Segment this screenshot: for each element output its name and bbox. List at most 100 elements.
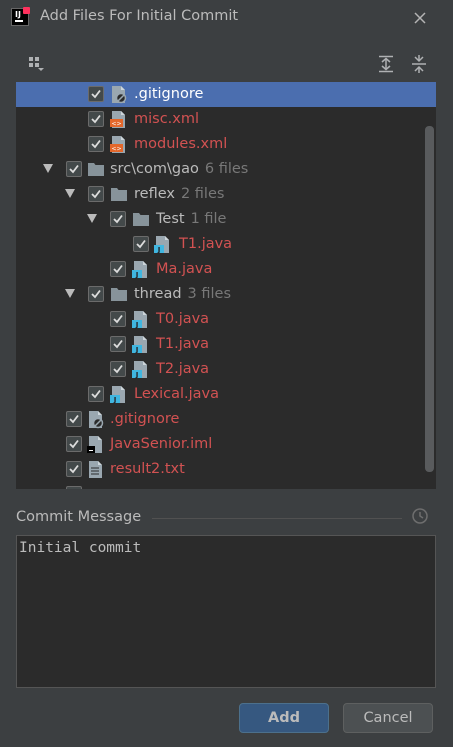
file-count: 2 files [180, 186, 225, 202]
tree-item-label: T1.java [179, 234, 232, 254]
file-checkbox[interactable] [88, 136, 104, 152]
tree-row[interactable]: J T2.java [16, 357, 436, 382]
java-file-icon: J [154, 235, 172, 254]
file-checkbox[interactable] [110, 211, 126, 227]
file-name: JavaSenior.iml [110, 436, 213, 452]
file-checkbox[interactable] [110, 361, 126, 377]
java-file-icon: J [132, 360, 150, 379]
tree-item-label: .gitignore [134, 84, 203, 104]
file-checkbox[interactable] [110, 311, 126, 327]
tree-item-label: thread 3 files [134, 284, 231, 304]
file-tree[interactable]: .gitignore <> misc.xml <> modules.xml src\com… [16, 82, 436, 489]
iml-file-icon [87, 435, 105, 454]
file-name: src\com\gao [110, 161, 199, 177]
tree-row[interactable]: thread 3 files [16, 282, 436, 307]
file-checkbox[interactable] [88, 86, 104, 102]
svg-text:J: J [135, 371, 139, 379]
file-name: T1.java [179, 236, 233, 252]
clock-icon[interactable] [411, 507, 429, 525]
xml-file-icon: <> [110, 110, 128, 129]
file-checkbox[interactable] [88, 186, 104, 202]
file-checkbox[interactable] [110, 336, 126, 352]
tree-item-label: misc.xml [134, 109, 199, 129]
file-name: Ma.java [156, 261, 213, 277]
tree-item-label: modules.xml [134, 134, 227, 154]
tree-item-label: result2.txt [110, 459, 185, 479]
file-checkbox[interactable] [66, 461, 82, 477]
svg-text:J: J [113, 396, 117, 404]
java-file-icon: J [110, 385, 128, 404]
file-count: 1 file [190, 211, 227, 227]
tree-row[interactable]: result2.txt [16, 457, 436, 482]
tree-item-label: Lexical.java [134, 384, 219, 404]
commit-message-separator [152, 518, 402, 519]
close-icon[interactable] [412, 10, 428, 26]
tree-item-label: T2.java [156, 359, 209, 379]
commit-message-input[interactable]: Initial commit [16, 535, 436, 688]
folder-icon [87, 160, 105, 179]
file-checkbox[interactable] [88, 111, 104, 127]
intellij-logo-icon: IJ [11, 7, 30, 26]
tree-item-label: T0.java [156, 309, 209, 329]
file-count: 3 files [187, 286, 232, 302]
expand-arrow-icon[interactable] [65, 189, 75, 198]
file-name: thread [134, 286, 182, 302]
java-file-icon: J [132, 260, 150, 279]
file-checkbox[interactable] [88, 386, 104, 402]
tree-row[interactable]: JavaSenior.iml [16, 432, 436, 457]
file-name: reflex [134, 186, 175, 202]
tree-row[interactable]: <> modules.xml [16, 132, 436, 157]
folder-icon [110, 185, 128, 204]
file-name: result2.txt [110, 461, 185, 477]
file-checkbox[interactable] [66, 436, 82, 452]
tree-row-partial[interactable] [16, 482, 436, 489]
file-count: 6 files [204, 161, 249, 177]
tree-row[interactable]: J T0.java [16, 307, 436, 332]
gitignore-file-icon [87, 410, 105, 429]
file-checkbox[interactable] [110, 261, 126, 277]
file-name: T1.java [156, 336, 210, 352]
file-checkbox[interactable] [88, 286, 104, 302]
expand-arrow-icon[interactable] [65, 289, 75, 298]
file-name: Test [156, 211, 185, 227]
tree-row[interactable]: reflex 2 files [16, 182, 436, 207]
java-file-icon: J [132, 335, 150, 354]
java-file-icon: J [132, 310, 150, 329]
dialog-title: Add Files For Initial Commit [40, 8, 239, 24]
tree-row[interactable]: .gitignore [16, 82, 436, 107]
tree-row[interactable]: src\com\gao 6 files [16, 157, 436, 182]
file-checkbox[interactable] [66, 161, 82, 177]
file-name: modules.xml [134, 136, 228, 152]
svg-text:J: J [135, 321, 139, 329]
file-checkbox[interactable] [66, 486, 82, 489]
collapse-all-icon[interactable] [410, 55, 428, 73]
tree-item-label: Test 1 file [156, 209, 226, 229]
file-checkbox[interactable] [133, 236, 149, 252]
expand-arrow-icon[interactable] [43, 164, 53, 173]
tree-row[interactable]: J Lexical.java [16, 382, 436, 407]
cancel-button[interactable]: Cancel [343, 703, 433, 733]
expand-all-icon[interactable] [377, 55, 395, 73]
expand-arrow-icon[interactable] [87, 214, 97, 223]
file-name: T0.java [156, 311, 210, 327]
tree-item-label: Ma.java [156, 259, 212, 279]
tree-row[interactable]: .gitignore [16, 407, 436, 432]
tree-row[interactable]: J T1.java [16, 332, 436, 357]
tree-row[interactable]: Test 1 file [16, 207, 436, 232]
file-checkbox[interactable] [66, 411, 82, 427]
group-by-icon[interactable] [28, 55, 46, 73]
title-bar: IJ Add Files For Initial Commit [0, 0, 453, 38]
gitignore-file-icon [110, 85, 128, 104]
tree-scrollbar[interactable] [425, 126, 434, 472]
commit-message-text: Initial commit [19, 540, 142, 556]
folder-icon [132, 210, 150, 229]
tree-item-label: T1.java [156, 334, 209, 354]
svg-text:J: J [135, 346, 139, 354]
tree-row[interactable]: J T1.java [16, 232, 436, 257]
tree-item-label: JavaSenior.iml [110, 434, 212, 454]
tree-row[interactable]: J Ma.java [16, 257, 436, 282]
file-name: misc.xml [134, 111, 200, 127]
file-name: .gitignore [134, 86, 204, 102]
tree-row[interactable]: <> misc.xml [16, 107, 436, 132]
add-button[interactable]: Add [239, 703, 329, 733]
